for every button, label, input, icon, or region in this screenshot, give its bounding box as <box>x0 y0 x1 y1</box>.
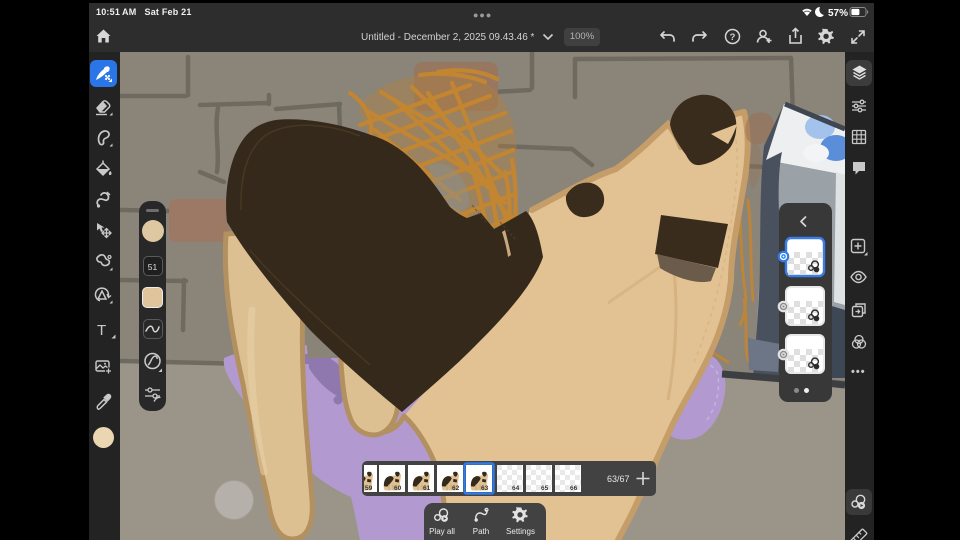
svg-text:?: ? <box>730 32 736 43</box>
svg-text:63: 63 <box>481 485 489 492</box>
svg-text:64: 64 <box>512 485 520 492</box>
svg-text:63/67: 63/67 <box>607 474 630 484</box>
svg-text:62: 62 <box>452 485 460 492</box>
svg-text:65: 65 <box>541 485 549 492</box>
svg-text:60: 60 <box>394 485 402 492</box>
svg-text:59: 59 <box>365 485 373 492</box>
svg-text:61: 61 <box>423 485 431 492</box>
svg-text:57%: 57% <box>828 8 848 19</box>
svg-text:66: 66 <box>570 485 578 492</box>
